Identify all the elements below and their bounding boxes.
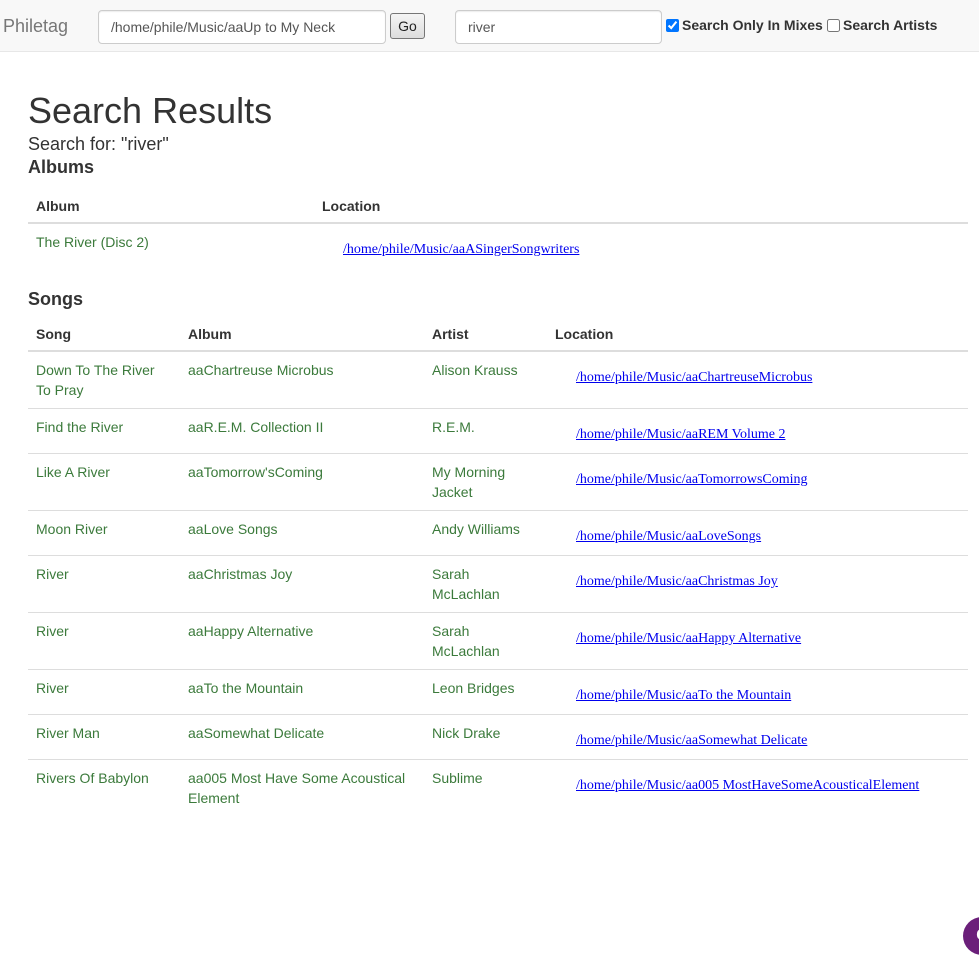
location-cell: /home/phile/Music/aaTomorrowsComing <box>547 453 968 511</box>
page-title: Search Results <box>28 90 273 131</box>
song-cell: Down To The River To Pray <box>36 362 155 398</box>
location-cell: /home/phile/Music/aaASingerSongwriters <box>314 223 968 288</box>
song-row: Down To The River To Pray aaChartreuse Mi… <box>28 351 968 409</box>
album-cell: aaChristmas Joy <box>180 555 424 613</box>
song-cell: Rivers Of Babylon <box>28 759 180 816</box>
search-artists-checkbox[interactable] <box>827 18 840 32</box>
songs-header-row: Song Album Artist Location <box>28 318 968 352</box>
song-row: Rivers Of Babylon aa005 Most Have Some Ac… <box>28 759 968 816</box>
location-link[interactable]: /home/phile/Music/aaASingerSongwriters <box>343 242 579 257</box>
location-link[interactable]: /home/phile/Music/aaREM Volume 2 <box>576 427 785 442</box>
artist-cell: Sarah McLachlan <box>424 555 547 613</box>
location-cell: /home/phile/Music/aaLoveSongs <box>547 510 968 556</box>
location-cell: /home/phile/Music/aaHappy Alternative <box>547 612 968 670</box>
album-cell: aaTomorrow'sComing <box>180 453 424 511</box>
artist-cell: Nick Drake <box>424 714 547 760</box>
album-cell: aaTo the Mountain <box>180 669 424 715</box>
songs-table: Song Album Artist Location Down To The R… <box>28 318 968 816</box>
album-cell: aaChartreuse Microbus <box>188 362 334 378</box>
search-query-text: Search for: "river" <box>28 134 169 154</box>
column-header-artist: Artist <box>424 318 547 352</box>
navbar: Philetag Go Search Only In Mixes Search … <box>0 0 979 52</box>
location-cell: /home/phile/Music/aaChristmas Joy <box>547 555 968 613</box>
main-content: Search Results Search for: "river" Album… <box>0 52 979 816</box>
column-header-song: Song <box>28 318 180 352</box>
albums-section-title: Albums <box>28 157 95 177</box>
location-cell: /home/phile/Music/aaSomewhat Delicate <box>547 714 968 760</box>
go-button[interactable]: Go <box>390 13 425 39</box>
artist-cell: Andy Williams <box>424 510 547 556</box>
song-row: Like A River aaTomorrow'sComing My Morning… <box>28 453 968 511</box>
song-cell: River <box>28 612 180 670</box>
location-link[interactable]: /home/phile/Music/aaTo the Mountain <box>576 688 791 703</box>
location-link[interactable]: /home/phile/Music/aaTomorrowsComing <box>576 472 808 487</box>
location-link[interactable]: /home/phile/Music/aaChartreuseMicrobus <box>576 370 812 385</box>
search-mixes-label: Search Only In Mixes <box>682 17 823 33</box>
search-mixes-option[interactable]: Search Only In Mixes <box>666 17 823 33</box>
column-header-location: Location <box>314 186 968 224</box>
path-input[interactable] <box>98 10 386 44</box>
albums-header-row: Album Location <box>28 186 968 224</box>
location-link[interactable]: /home/phile/Music/aaHappy Alternative <box>576 631 801 646</box>
artist-cell: My Morning Jacket <box>424 453 547 511</box>
song-row: River aaChristmas Joy Sarah McLachlan/home… <box>28 555 968 613</box>
location-link[interactable]: /home/phile/Music/aaChristmas Joy <box>576 574 778 589</box>
albums-table: Album Location The River (Disc 2) /home/p… <box>28 186 968 288</box>
album-cell: aaHappy Alternative <box>180 612 424 670</box>
location-cell: /home/phile/Music/aaREM Volume 2 <box>547 408 968 454</box>
location-link[interactable]: /home/phile/Music/aaLoveSongs <box>576 529 761 544</box>
song-row: River Man aaSomewhat Delicate Nick Drake/h… <box>28 714 968 760</box>
album-cell: The River (Disc 2) <box>36 234 149 250</box>
song-row: River aaHappy Alternative Sarah McLachlan /… <box>28 612 968 670</box>
album-cell: aaLove Songs <box>180 510 424 556</box>
location-link[interactable]: /home/phile/Music/aa005 MostHaveSomeAcou… <box>576 778 919 793</box>
song-cell: Like A River <box>28 453 180 511</box>
location-link[interactable]: /home/phile/Music/aaSomewhat Delicate <box>576 733 807 748</box>
location-cell: /home/phile/Music/aaChartreuseMicrobus <box>547 351 968 409</box>
album-row: The River (Disc 2) /home/phile/Music/aaAS… <box>28 223 968 288</box>
column-header-album: Album <box>180 318 424 352</box>
chat-widget-button[interactable]: C <box>963 917 979 955</box>
artist-cell: Sarah McLachlan <box>424 612 547 670</box>
song-row: Find the River aaR.E.M. Collection II R.E.… <box>28 408 968 454</box>
location-cell: /home/phile/Music/aaTo the Mountain <box>547 669 968 715</box>
song-cell: River <box>28 669 180 715</box>
location-cell: /home/phile/Music/aa005 MostHaveSomeAcou… <box>547 759 968 816</box>
album-cell: aaR.E.M. Collection II <box>180 408 424 454</box>
search-artists-option[interactable]: Search Artists <box>827 17 937 33</box>
search-mixes-checkbox[interactable] <box>666 18 679 32</box>
search-input[interactable] <box>455 10 662 44</box>
album-cell: aaSomewhat Delicate <box>180 714 424 760</box>
songs-section-title: Songs <box>28 289 84 309</box>
song-cell: Find the River <box>28 408 180 454</box>
artist-cell: Alison Krauss <box>432 362 518 378</box>
artist-cell: Leon Bridges <box>424 669 547 715</box>
song-row: Moon River aaLove Songs Andy Williams/home… <box>28 510 968 556</box>
song-row: River aaTo the Mountain Leon Bridges/home/… <box>28 669 968 715</box>
album-cell: aa005 Most Have Some Acoustical Element <box>180 759 424 816</box>
song-cell: River <box>28 555 180 613</box>
column-header-location: Location <box>547 318 968 352</box>
brand-link[interactable]: Philetag <box>3 15 68 37</box>
song-cell: Moon River <box>28 510 180 556</box>
artist-cell: Sublime <box>424 759 547 816</box>
artist-cell: R.E.M. <box>424 408 547 454</box>
column-header-album: Album <box>28 186 314 224</box>
search-artists-label: Search Artists <box>843 17 938 33</box>
song-cell: River Man <box>28 714 180 760</box>
